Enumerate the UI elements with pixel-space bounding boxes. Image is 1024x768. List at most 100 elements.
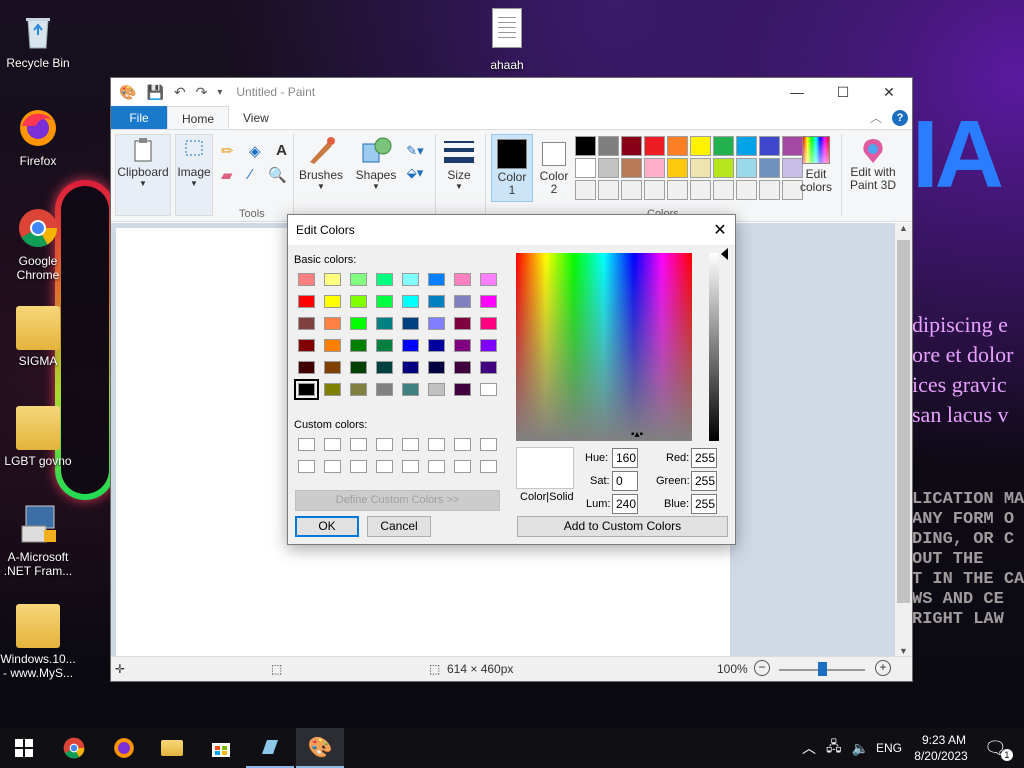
basic-color-swatch[interactable] (402, 339, 419, 352)
luminosity-bar[interactable] (709, 253, 719, 441)
palette-swatch[interactable] (575, 136, 596, 156)
tab-file[interactable]: File (111, 106, 167, 129)
close-button[interactable]: ✕ (866, 84, 912, 101)
basic-color-swatch[interactable] (402, 317, 419, 330)
basic-color-swatch[interactable] (324, 295, 341, 308)
desktop-icon-windows10[interactable]: Windows.10... - www.MyS... (0, 604, 76, 680)
color-spectrum[interactable] (516, 253, 692, 441)
custom-color-swatch[interactable] (428, 438, 445, 451)
palette-swatch[interactable] (736, 136, 757, 156)
palette-swatch[interactable] (759, 158, 780, 178)
outline-icon[interactable]: ✎▾ (401, 140, 429, 162)
basic-color-swatch[interactable] (454, 295, 471, 308)
custom-color-swatch[interactable] (480, 438, 497, 451)
palette-swatch[interactable] (598, 136, 619, 156)
eraser-icon[interactable]: ▰ (221, 166, 233, 184)
taskbar-app[interactable] (246, 728, 294, 768)
color1-button[interactable]: Color 1 (491, 134, 533, 202)
image-button[interactable]: Image ▼ (175, 134, 213, 216)
language-indicator[interactable]: ENG (876, 728, 902, 768)
desktop-icon-ahaah[interactable]: ahaah (469, 8, 545, 72)
clock[interactable]: 9:23 AM 8/20/2023 (910, 728, 972, 768)
custom-color-swatch[interactable] (298, 460, 315, 473)
basic-color-swatch[interactable] (480, 361, 497, 374)
basic-color-swatch[interactable] (454, 273, 471, 286)
desktop-icon-chrome[interactable]: Google Chrome (0, 206, 76, 282)
pencil-icon[interactable]: ✏ (221, 142, 234, 160)
tab-home[interactable]: Home (167, 106, 230, 129)
custom-color-swatch[interactable] (480, 460, 497, 473)
basic-color-swatch[interactable] (402, 273, 419, 286)
start-button[interactable] (0, 728, 48, 768)
dialog-close-button[interactable]: ✕ (705, 220, 735, 240)
palette-swatch[interactable] (713, 136, 734, 156)
zoom-out-button[interactable]: − (754, 660, 770, 676)
basic-color-swatch[interactable] (350, 317, 367, 330)
palette-swatch[interactable] (621, 158, 642, 178)
palette-swatch[interactable] (621, 136, 642, 156)
basic-color-swatch[interactable] (376, 273, 393, 286)
basic-color-swatch[interactable] (428, 361, 445, 374)
palette-swatch[interactable] (667, 158, 688, 178)
basic-color-swatch[interactable] (454, 361, 471, 374)
basic-color-swatch[interactable] (298, 361, 315, 374)
basic-color-swatch[interactable] (376, 361, 393, 374)
paint-app-icon[interactable]: 🎨 (119, 84, 136, 101)
palette-empty-swatch[interactable] (644, 180, 665, 200)
save-icon[interactable]: 💾 (146, 84, 163, 101)
basic-color-swatch[interactable] (402, 383, 419, 396)
basic-color-swatch[interactable] (480, 317, 497, 330)
basic-color-swatch[interactable] (376, 339, 393, 352)
fill-icon[interactable]: ◈ (249, 142, 261, 160)
basic-color-swatch[interactable] (376, 383, 393, 396)
basic-color-swatch[interactable] (428, 295, 445, 308)
basic-color-swatch[interactable] (402, 295, 419, 308)
help-icon[interactable]: ? (892, 109, 908, 126)
taskbar-file-explorer[interactable] (148, 728, 196, 768)
magnifier-icon[interactable]: 🔍 (268, 166, 287, 184)
basic-color-swatch[interactable] (480, 339, 497, 352)
collapse-ribbon-icon[interactable]: ︿ (870, 109, 882, 126)
basic-color-swatch[interactable] (376, 317, 393, 330)
text-icon[interactable]: A (276, 142, 287, 160)
palette-swatch[interactable] (667, 136, 688, 156)
basic-color-swatch[interactable] (428, 273, 445, 286)
edit-paint3d-button[interactable]: Edit with Paint 3D (845, 136, 901, 192)
zoom-slider-thumb[interactable] (818, 662, 827, 676)
hue-field[interactable]: 160 (612, 448, 638, 468)
scroll-down-icon[interactable]: ▼ (895, 646, 912, 656)
custom-color-swatch[interactable] (350, 438, 367, 451)
basic-color-swatch[interactable] (294, 379, 319, 400)
brushes-button[interactable]: Brushes ▼ (297, 134, 345, 191)
desktop-icon-sigma[interactable]: SIGMA (0, 306, 76, 368)
customize-qat-icon[interactable]: ▾ (217, 87, 222, 98)
basic-color-swatch[interactable] (454, 317, 471, 330)
custom-color-swatch[interactable] (454, 460, 471, 473)
custom-color-swatch[interactable] (376, 460, 393, 473)
lum-field[interactable]: 240 (612, 494, 638, 514)
basic-color-swatch[interactable] (298, 339, 315, 352)
tab-view[interactable]: View (229, 106, 283, 129)
ok-button[interactable]: OK (295, 516, 359, 537)
basic-color-swatch[interactable] (428, 317, 445, 330)
size-button[interactable]: Size ▼ (439, 138, 479, 191)
sat-field[interactable]: 0 (612, 471, 638, 491)
palette-swatch[interactable] (644, 158, 665, 178)
basic-color-swatch[interactable] (350, 273, 367, 286)
palette-empty-swatch[interactable] (759, 180, 780, 200)
notifications-button[interactable]: 🗨 1 (984, 728, 1013, 768)
palette-empty-swatch[interactable] (598, 180, 619, 200)
custom-color-swatch[interactable] (428, 460, 445, 473)
basic-color-swatch[interactable] (298, 273, 315, 286)
volume-icon[interactable]: 🔈 (852, 740, 869, 757)
shapes-button[interactable]: Shapes ▼ (351, 134, 401, 191)
basic-color-swatch[interactable] (324, 273, 341, 286)
basic-color-swatch[interactable] (324, 361, 341, 374)
palette-empty-swatch[interactable] (736, 180, 757, 200)
desktop-icon-dotnet[interactable]: A-Microsoft .NET Fram... (0, 502, 76, 578)
palette-swatch[interactable] (759, 136, 780, 156)
custom-color-swatch[interactable] (402, 460, 419, 473)
basic-color-swatch[interactable] (454, 339, 471, 352)
taskbar-firefox[interactable] (100, 728, 148, 768)
palette-swatch[interactable] (575, 158, 596, 178)
